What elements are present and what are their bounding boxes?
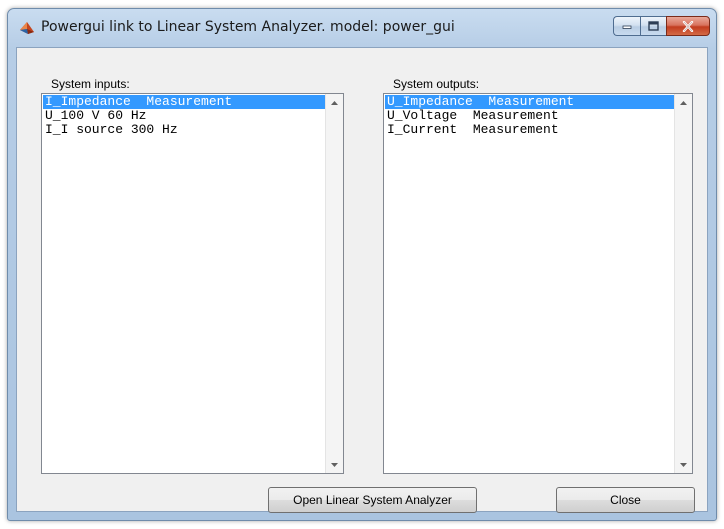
scroll-up-arrow-icon <box>680 100 687 105</box>
system-inputs-listbox[interactable]: I_Impedance Measurement U_100 V 60 Hz I_… <box>41 93 344 474</box>
scroll-down-button[interactable] <box>675 456 692 473</box>
title-bar[interactable]: Powergui link to Linear System Analyzer.… <box>8 9 716 47</box>
caption-buttons <box>613 16 710 36</box>
close-window-button[interactable] <box>666 16 710 36</box>
system-outputs-scrollbar[interactable] <box>674 94 692 473</box>
maximize-button[interactable] <box>640 16 666 36</box>
scroll-up-button[interactable] <box>675 94 692 111</box>
list-item[interactable]: U_100 V 60 Hz <box>43 109 326 123</box>
system-inputs-scrollbar[interactable] <box>325 94 343 473</box>
system-outputs-items: U_Impedance Measurement U_Voltage Measur… <box>385 95 675 472</box>
matlab-app-icon <box>20 22 34 34</box>
close-button[interactable]: Close <box>556 487 695 513</box>
dialog-window: Powergui link to Linear System Analyzer.… <box>7 8 717 521</box>
maximize-icon <box>648 21 659 31</box>
list-item[interactable]: I_Impedance Measurement <box>43 95 326 109</box>
system-outputs-label: System outputs: <box>393 77 480 91</box>
minimize-icon <box>622 25 631 29</box>
list-item[interactable]: U_Impedance Measurement <box>385 95 675 109</box>
system-inputs-label: System inputs: <box>51 77 130 91</box>
scroll-down-arrow-icon <box>680 462 687 467</box>
list-item[interactable]: I_I source 300 Hz <box>43 123 326 137</box>
scroll-up-button[interactable] <box>326 94 343 111</box>
scroll-up-arrow-icon <box>331 100 338 105</box>
open-linear-system-analyzer-button[interactable]: Open Linear System Analyzer <box>268 487 477 513</box>
close-icon <box>682 20 694 32</box>
system-outputs-listbox[interactable]: U_Impedance Measurement U_Voltage Measur… <box>383 93 693 474</box>
system-inputs-items: I_Impedance Measurement U_100 V 60 Hz I_… <box>43 95 326 472</box>
dialog-client-area: System inputs: I_Impedance Measurement U… <box>16 47 708 513</box>
list-item[interactable]: I_Current Measurement <box>385 123 675 137</box>
list-item[interactable]: U_Voltage Measurement <box>385 109 675 123</box>
window-title: Powergui link to Linear System Analyzer.… <box>41 19 455 35</box>
scroll-down-arrow-icon <box>331 462 338 467</box>
minimize-button[interactable] <box>613 16 640 36</box>
scroll-down-button[interactable] <box>326 456 343 473</box>
